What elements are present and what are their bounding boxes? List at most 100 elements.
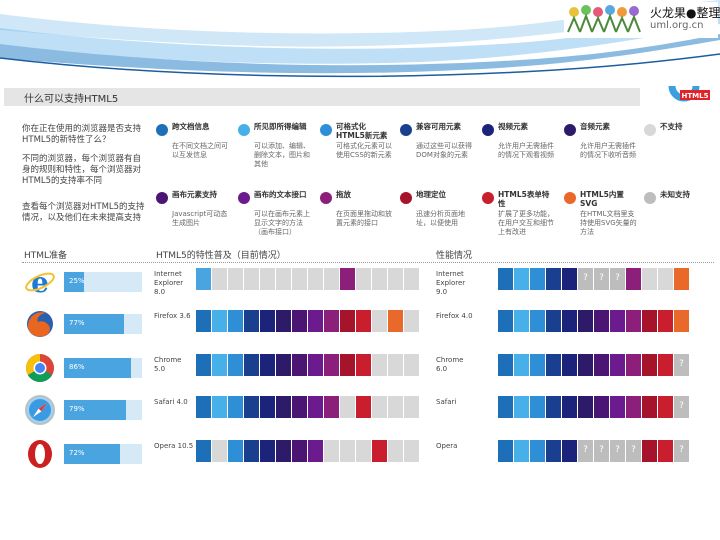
- feature-cell: [498, 440, 513, 462]
- feature-cell: [498, 354, 513, 376]
- feature-cell: [292, 268, 307, 290]
- feature-cell: [244, 310, 259, 332]
- feature-cell: [404, 440, 419, 462]
- feature-cell: [404, 396, 419, 418]
- feature-cell: [546, 310, 561, 332]
- feature-cell: [404, 354, 419, 376]
- feature-cell: [292, 396, 307, 418]
- feature-cell: [642, 354, 657, 376]
- feature-cell: [642, 268, 657, 290]
- intro-paragraph-2: 查看每个浏览器对HTML5的支持情况，以及他们在未来提高支持: [22, 202, 145, 223]
- feature-cell: [546, 268, 561, 290]
- html5-badge-text: HTML5: [682, 92, 709, 100]
- feature-cell: [610, 396, 625, 418]
- unknown-mark: ?: [631, 445, 636, 455]
- feature-cell: [244, 268, 259, 290]
- legend-title: 视频元素: [498, 122, 528, 131]
- feature-cell: [228, 354, 243, 376]
- feature-cell: [276, 310, 291, 332]
- legend-title: 未知支持: [660, 190, 690, 199]
- feature-cell: [514, 268, 529, 290]
- feature-cell: [308, 268, 323, 290]
- unknown-mark: ?: [679, 445, 684, 455]
- feature-cell: [388, 310, 403, 332]
- html5-logo-icon: HTML5: [668, 86, 710, 102]
- logo-url: uml.org.cn: [650, 20, 704, 31]
- feature-cell: [578, 310, 593, 332]
- feature-cell: [372, 268, 387, 290]
- feature-cell: ?: [578, 440, 593, 462]
- legend-description: 在页面里拖动和放置元素的接口: [336, 210, 392, 227]
- feature-cell: [340, 354, 355, 376]
- legend-description: Javascript可动态生成图片: [172, 210, 228, 227]
- legend-color-dot: [156, 192, 168, 204]
- feature-cell: [388, 440, 403, 462]
- legend-description: 迅速分析页面地址，以便使用: [416, 210, 465, 227]
- browser-name-future: Firefox 4.0: [436, 312, 473, 320]
- feature-cell: [244, 440, 259, 462]
- opera-icon: [24, 438, 56, 470]
- feature-cell: [594, 310, 609, 332]
- browser-name: Firefox 3.6: [154, 312, 191, 320]
- firefox-icon: [24, 308, 56, 340]
- feature-cell: [276, 268, 291, 290]
- browser-name-future: Safari: [436, 398, 457, 406]
- feature-cell: [562, 310, 577, 332]
- progress-percent-label: 79%: [69, 405, 85, 413]
- section-performance: 性能情况: [436, 251, 473, 261]
- feature-cell: [562, 268, 577, 290]
- feature-cell: [324, 440, 339, 462]
- feature-cell: [388, 268, 403, 290]
- feature-cell: [196, 440, 211, 462]
- html5-support-progress-bar: 77%: [64, 314, 142, 334]
- legend-color-dot: [320, 124, 332, 136]
- legend-item: 音频元素 允许用户无需插件的情况下收听音频: [564, 122, 636, 172]
- feature-cell: ?: [626, 440, 641, 462]
- unknown-mark: ?: [615, 445, 620, 455]
- feature-cell: [292, 310, 307, 332]
- title-bar: 什么可以支持HTML5: [4, 88, 640, 106]
- feature-cell: [642, 396, 657, 418]
- feature-cell: [308, 440, 323, 462]
- feature-cell: [530, 268, 545, 290]
- feature-cell: [562, 440, 577, 462]
- feature-cell: [404, 310, 419, 332]
- legend-color-dot: [644, 192, 656, 204]
- feature-cell: [260, 268, 275, 290]
- legend-title: HTML5内置SVG: [580, 190, 624, 208]
- feature-cell: [292, 440, 307, 462]
- legend-title: 地理定位: [416, 190, 446, 199]
- feature-cell: [658, 268, 673, 290]
- feature-cell: [642, 310, 657, 332]
- feature-cell: [372, 354, 387, 376]
- feature-cell: [594, 354, 609, 376]
- progress-percent-label: 77%: [69, 319, 85, 327]
- browser-name: Safari 4.0: [154, 398, 188, 406]
- svg-text:e: e: [31, 266, 49, 298]
- legend-title: 音频元素: [580, 122, 610, 131]
- feature-cell: [388, 396, 403, 418]
- legend-description: 可格式化元素可以使用CSS的新元素: [336, 142, 392, 159]
- legend-item: 画布元素支持 Javascript可动态生成图片: [156, 190, 227, 240]
- html5-infographic: 什么可以支持HTML5 HTML5 你在正在使用的浏览器是否支持HTML5的新特…: [4, 86, 716, 472]
- legend-title: 跨文档信息: [172, 122, 210, 131]
- browser-name: Opera 10.5: [154, 442, 194, 450]
- unknown-mark: ?: [615, 273, 620, 283]
- feature-cell: [356, 396, 371, 418]
- legend-color-dot: [564, 192, 576, 204]
- feature-cell: [530, 354, 545, 376]
- feature-cell: [514, 354, 529, 376]
- feature-cell: [546, 440, 561, 462]
- html5-support-progress-bar: 86%: [64, 358, 142, 378]
- feature-cell: [196, 396, 211, 418]
- html5-support-progress-bar: 79%: [64, 400, 142, 420]
- feature-cell: [212, 310, 227, 332]
- legend-description: 通过这些可以获得DOM对象的元素: [416, 142, 472, 159]
- logo-figures-icon: [567, 5, 641, 33]
- legend-color-dot: [482, 124, 494, 136]
- feature-cell: [530, 310, 545, 332]
- feature-cell: [578, 396, 593, 418]
- feature-cell: ?: [674, 440, 689, 462]
- feature-cell: ?: [594, 268, 609, 290]
- progress-percent-label: 25%: [69, 277, 85, 285]
